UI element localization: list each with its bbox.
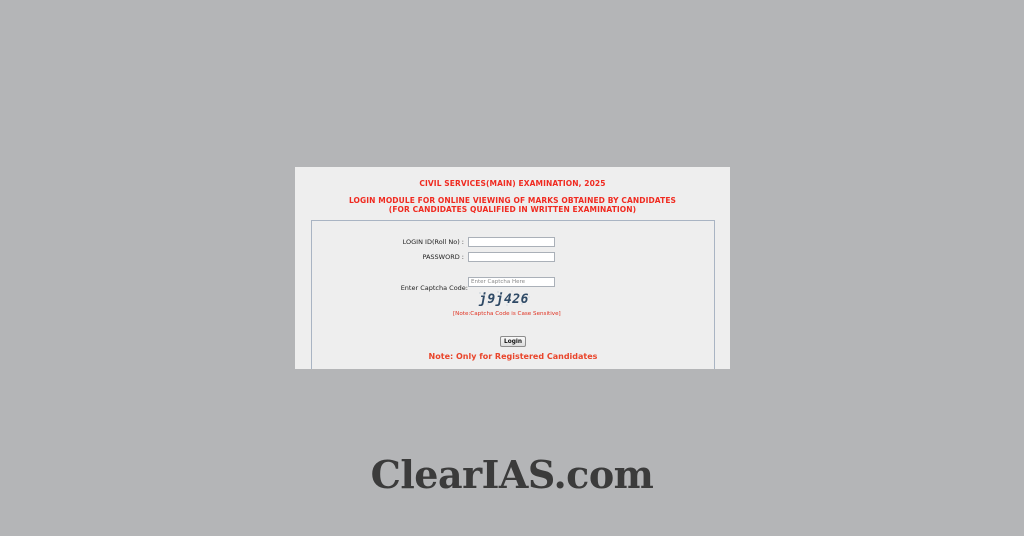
registered-candidates-note: Note: Only for Registered Candidates — [428, 352, 598, 361]
module-title: LOGIN MODULE FOR ONLINE VIEWING OF MARKS… — [348, 196, 677, 205]
captcha-label: Enter Captcha Code: — [400, 284, 468, 292]
captcha-note: [Note:Captcha Code is Case Sensitive] — [453, 311, 561, 317]
login-id-input[interactable] — [468, 237, 555, 247]
exam-title: CIVIL SERVICES(MAIN) EXAMINATION, 2025 — [419, 179, 606, 188]
screenshot-frame: CIVIL SERVICES(MAIN) EXAMINATION, 2025 L… — [295, 167, 730, 369]
login-button[interactable]: Login — [500, 336, 526, 347]
login-panel: LOGIN ID(Roll No) : PASSWORD : Enter Cap… — [311, 220, 715, 369]
captcha-input[interactable] — [468, 277, 555, 287]
brand-watermark: ClearIAS.com — [370, 452, 654, 497]
captcha-image: j9j426 — [476, 289, 532, 307]
password-label: PASSWORD : — [422, 253, 464, 261]
password-input[interactable] — [468, 252, 555, 262]
captcha-text: j9j426 — [478, 292, 529, 307]
module-subtitle: (FOR CANDIDATES QUALIFIED IN WRITTEN EXA… — [388, 205, 637, 214]
login-id-label: LOGIN ID(Roll No) : — [402, 238, 464, 246]
